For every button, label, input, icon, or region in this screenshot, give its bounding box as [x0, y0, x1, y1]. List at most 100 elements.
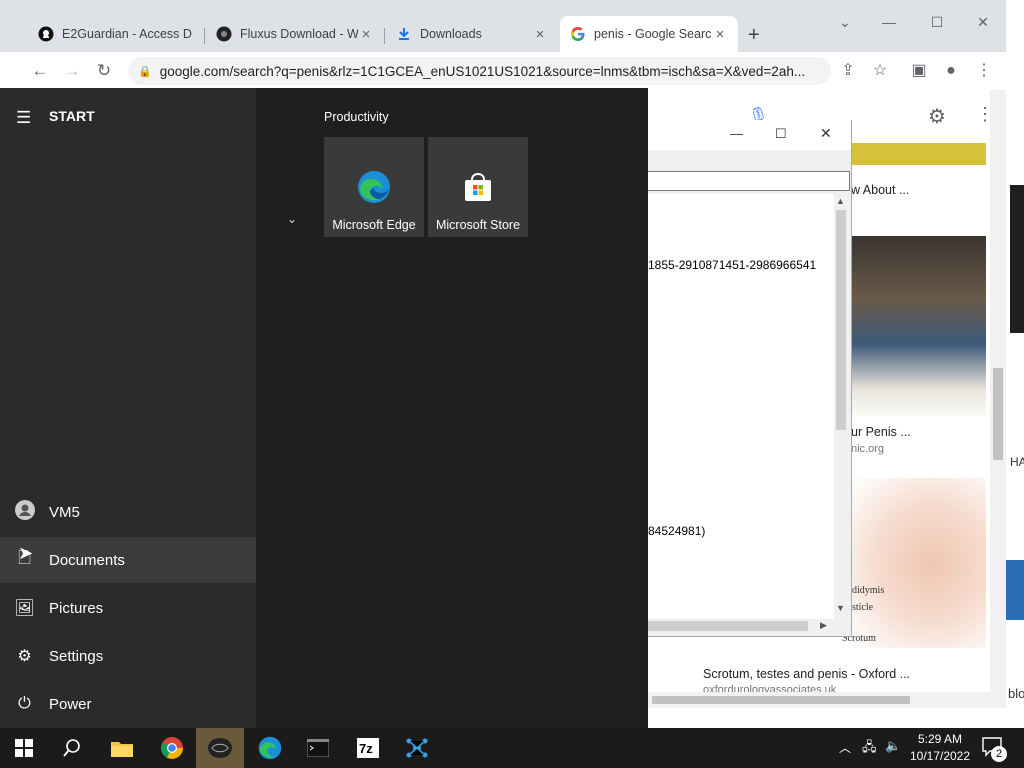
dialog-close-icon[interactable]: ✕: [820, 125, 832, 142]
dialog-minimize-icon[interactable]: —: [730, 126, 743, 141]
close-icon[interactable]: ×: [358, 26, 374, 43]
start-menu-sidebar: [0, 88, 256, 728]
lock-icon: 🔒: [138, 65, 152, 78]
bookmark-star-icon[interactable]: ☆: [869, 60, 891, 82]
chevron-down-icon[interactable]: ⌄: [287, 212, 297, 226]
result-image-1[interactable]: [851, 236, 986, 416]
maximize-icon[interactable]: ☐: [914, 14, 960, 31]
side-panel-icon[interactable]: ▣: [908, 60, 930, 82]
profile-avatar-icon[interactable]: ●: [940, 60, 962, 82]
fluxus-icon: [216, 26, 232, 42]
background-text-2: blo: [1008, 686, 1024, 701]
tab-downloads[interactable]: Downloads ×: [386, 16, 558, 52]
tab-fluxus[interactable]: Fluxus Download - W ×: [206, 16, 384, 52]
reload-icon[interactable]: ↻: [92, 60, 116, 82]
taskbar-edge[interactable]: [246, 728, 294, 768]
terminal-icon: [307, 739, 329, 757]
address-bar[interactable]: 🔒 google.com/search?q=penis&rlz=1C1GCEA_…: [128, 57, 831, 85]
pictures-icon: 🖼: [14, 600, 35, 617]
tab-label: Downloads: [420, 27, 482, 41]
result-title-4[interactable]: Scrotum, testes and penis - Oxford ...: [703, 667, 910, 681]
tab-search-icon[interactable]: ⌄: [822, 14, 868, 31]
forward-icon[interactable]: →: [60, 60, 84, 82]
start-item-label: Documents: [49, 551, 125, 569]
start-menu-title: START: [49, 108, 95, 124]
start-item-label: Pictures: [49, 599, 104, 617]
tab-google-search[interactable]: penis - Google Search ×: [560, 16, 738, 52]
volume-icon[interactable]: 🔈: [885, 738, 901, 754]
7zip-icon: 7z: [357, 738, 379, 758]
menu-kebab-icon[interactable]: ⋮: [973, 60, 995, 82]
share-icon[interactable]: ⇪: [837, 60, 859, 82]
minimize-icon[interactable]: —: [866, 14, 912, 30]
power-icon: ⏻: [18, 695, 31, 712]
tray-overflow-chevron-icon[interactable]: ︿: [839, 739, 851, 756]
result-title-2[interactable]: ur Penis ...: [851, 425, 911, 439]
result-image-3[interactable]: [851, 478, 986, 648]
search-icon: [63, 739, 80, 757]
network-icon[interactable]: 🖧: [862, 738, 877, 760]
user-name: VM5: [49, 503, 80, 521]
close-window-icon[interactable]: ✕: [960, 14, 1006, 31]
taskbar-fluxus-app[interactable]: [196, 728, 244, 768]
tile-group-header[interactable]: Productivity: [324, 110, 389, 124]
taskbar-search-button[interactable]: [48, 728, 96, 768]
start-item-power[interactable]: ⏻ Power: [0, 681, 256, 727]
start-user-account[interactable]: VM5: [0, 489, 256, 535]
dialog-horizontal-scrollbar[interactable]: [648, 619, 834, 633]
page-horizontal-scrollbar[interactable]: [648, 692, 1006, 708]
taskbar-clock[interactable]: 5:29 AM 10/17/2022: [900, 731, 980, 765]
dialog-text-line-2: 84524981): [648, 524, 706, 538]
start-item-documents[interactable]: 🗋 Documents: [0, 537, 256, 583]
dialog-vertical-scrollbar[interactable]: [834, 194, 848, 619]
scrollbar-thumb[interactable]: [652, 696, 910, 704]
github-icon: [38, 26, 54, 42]
tab-label: penis - Google Search: [594, 27, 712, 41]
url-text: google.com/search?q=penis&rlz=1C1GCEA_en…: [159, 63, 806, 79]
result-title-1[interactable]: w About ...: [851, 183, 909, 197]
taskbar-chrome[interactable]: [148, 728, 196, 768]
fluxus-app-icon: [208, 738, 232, 758]
tile-label: Microsoft Store: [435, 218, 521, 232]
start-item-settings[interactable]: ⚙ Settings: [0, 633, 256, 679]
scroll-down-icon[interactable]: ▼: [836, 603, 845, 613]
scrollbar-thumb[interactable]: [836, 210, 846, 430]
clock-date: 10/17/2022: [909, 749, 971, 763]
close-icon[interactable]: ×: [532, 26, 548, 43]
scroll-up-icon[interactable]: ▲: [836, 196, 845, 206]
scrollbar-thumb[interactable]: [648, 621, 808, 631]
store-bag-icon: [461, 170, 495, 207]
tab-label: E2Guardian - Access D: [62, 27, 192, 41]
dialog-maximize-icon[interactable]: ☐: [775, 126, 787, 142]
tab-label: Fluxus Download - W: [240, 27, 358, 41]
user-avatar-icon: [0, 499, 49, 525]
tab-e2guardian[interactable]: E2Guardian - Access D: [28, 16, 206, 52]
network-app-icon: [406, 738, 428, 758]
taskbar-file-explorer[interactable]: [98, 728, 146, 768]
back-icon[interactable]: ←: [28, 60, 52, 82]
download-icon: [396, 26, 412, 42]
diagram-label-2: sticle: [852, 602, 874, 613]
start-button[interactable]: [0, 728, 48, 768]
close-icon[interactable]: ×: [712, 26, 728, 43]
notification-count-badge: 2: [991, 746, 1007, 762]
start-item-label: Settings: [49, 647, 104, 665]
start-item-label: Power: [49, 695, 92, 713]
taskbar-pinned-app[interactable]: [393, 728, 441, 768]
tile-label: Microsoft Edge: [332, 218, 416, 232]
page-vertical-scrollbar[interactable]: [990, 90, 1006, 692]
settings-gear-icon[interactable]: ⚙: [928, 104, 946, 129]
dialog-input-field[interactable]: [648, 171, 850, 191]
hamburger-menu-icon[interactable]: ☰: [16, 108, 31, 128]
scroll-right-icon[interactable]: ▶: [820, 620, 827, 631]
start-item-pictures[interactable]: 🖼 Pictures: [0, 585, 256, 631]
dialog-text-line-1: 1855-2910871451-2986966541: [648, 258, 817, 272]
scrollbar-thumb[interactable]: [993, 368, 1003, 460]
new-tab-button[interactable]: +: [748, 24, 760, 47]
tile-microsoft-store[interactable]: Microsoft Store: [428, 137, 528, 237]
taskbar-terminal[interactable]: [294, 728, 342, 768]
diagram-label-1: didymis: [852, 585, 885, 596]
taskbar-7zip[interactable]: 7z: [344, 728, 392, 768]
svg-text:7z: 7z: [359, 741, 373, 756]
tile-microsoft-edge[interactable]: Microsoft Edge: [324, 137, 424, 237]
